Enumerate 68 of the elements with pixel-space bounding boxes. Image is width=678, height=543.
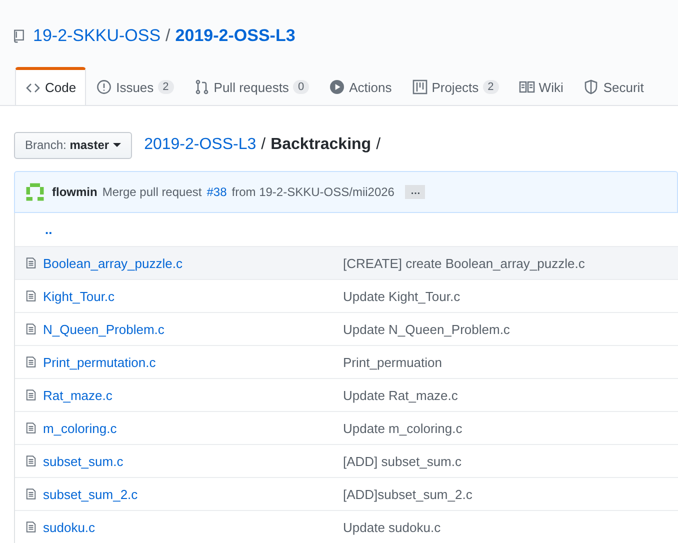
issue-icon [96,79,112,95]
author-link[interactable]: flowmin [52,185,98,199]
file-link[interactable]: Print_permutation.c [43,354,156,370]
avatar-icon [25,182,45,202]
count-badge: 2 [158,80,174,94]
path-separator: / [261,136,266,154]
commit-message: Update Rat_maze.c [343,388,458,402]
tab[interactable]: Projects 2 [402,67,509,105]
table-row[interactable]: subset_sum_2.c [ADD]subset_sum_2.c [15,477,678,510]
commit-message: Merge pull request [102,185,202,199]
tab[interactable]: Pull requests 0 [184,67,320,105]
file-icon [25,387,37,403]
repo-icon [12,28,26,44]
file-icon [25,255,37,271]
file-icon [25,486,37,502]
shield-icon [583,79,600,95]
repo-name-link[interactable]: 2019-2-OSS-L3 [175,26,296,46]
table-row[interactable]: Kight_Tour.c Update Kight_Tour.c [15,279,678,312]
file-icon [25,288,37,304]
commit-message: Update N_Queen_Problem.c [343,322,510,336]
book-icon [518,79,535,95]
commit-message: [ADD] subset_sum.c [343,454,462,468]
file-link[interactable]: sudoku.c [43,520,96,534]
table-row[interactable]: N_Queen_Problem.c Update N_Queen_Problem.c [15,312,678,345]
project-board-icon [412,79,428,95]
folder-name: Backtracking [270,136,372,154]
table-row[interactable]: m_coloring.c Update m_coloring.c [15,411,678,444]
play-icon [329,79,346,95]
file-icon [25,453,37,469]
tab[interactable]: Actions [319,67,402,105]
commit-message: Print_permuation [343,354,442,370]
pull-request-icon [194,79,210,95]
file-link[interactable]: N_Queen_Problem.c [43,322,164,336]
file-link[interactable]: Kight_Tour.c [43,288,115,304]
file-icon [25,321,37,337]
tab[interactable]: Code [15,67,86,105]
branch-button[interactable]: Branch: master [14,132,132,158]
path-separator: / [376,136,381,154]
commit-message: Update sudoku.c [343,520,441,534]
tab[interactable]: Issues 2 [86,67,184,105]
commit-message: Update m_coloring.c [343,420,462,436]
table-row[interactable]: subset_sum.c [ADD] subset_sum.c [15,444,678,477]
file-icon [25,420,37,436]
file-link[interactable]: m_coloring.c [43,420,117,436]
count-badge: 0 [292,80,310,94]
expand-button[interactable]: … [405,185,426,199]
file-icon [25,354,37,370]
table-row[interactable]: Rat_maze.c Update Rat_maze.c [15,378,678,411]
path-separator: / [166,26,170,46]
owner-link[interactable]: 19-2-SKKU-OSS [33,26,161,46]
file-link[interactable]: subset_sum.c [43,454,124,468]
table-row[interactable]: sudoku.c Update sudoku.c [15,510,678,543]
commit-message: [CREATE] create Boolean_array_puzzle.c [343,256,585,270]
tab[interactable]: Securit [573,67,654,105]
commit-message: [ADD]subset_sum_2.c [343,486,472,502]
file-icon [25,519,37,535]
repo-root-link[interactable]: 2019-2-OSS-L3 [144,136,256,154]
commit-message: Update Kight_Tour.c [343,288,460,304]
file-link[interactable]: Rat_maze.c [43,388,112,402]
parent-directory-link[interactable]: .. [45,222,52,237]
count-badge: 2 [482,80,499,94]
file-link[interactable]: Boolean_array_puzzle.c [43,256,182,270]
table-row[interactable]: Boolean_array_puzzle.c [CREATE] create Boolean_array_puzzle.c [15,246,678,279]
pull-request-link[interactable]: #38 [206,185,227,199]
commit-message: from 19-2-SKKU-OSS/mii2026 [232,185,394,199]
tab[interactable]: Wiki [508,67,574,105]
table-row[interactable]: Print_permutation.c Print_permuation [15,345,678,378]
file-link[interactable]: subset_sum_2.c [43,486,138,502]
